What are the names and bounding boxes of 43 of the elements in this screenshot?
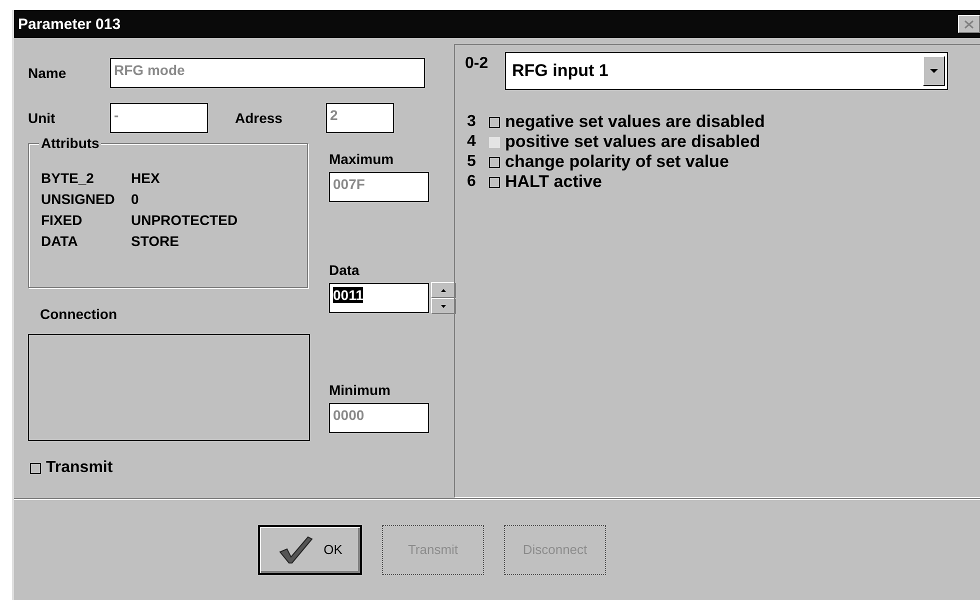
minimum-label: Minimum — [329, 382, 392, 398]
maximum-label: Maximum — [329, 151, 395, 167]
down-arrow-icon — [441, 304, 446, 308]
attribute-text: UNPROTECTED — [131, 212, 239, 228]
address-label: Adress — [235, 110, 284, 126]
caret-icon — [930, 69, 938, 73]
bit-number: 5 — [467, 153, 477, 171]
attribute-text: DATA — [41, 233, 79, 249]
flag-label: negative set values are disabled — [505, 112, 765, 132]
flag-label: positive set values are disabled — [505, 132, 760, 152]
selected-text: 0011 — [333, 287, 364, 303]
flag-checkbox[interactable] — [489, 156, 500, 168]
ok-button[interactable]: OK — [258, 524, 362, 574]
attribute-text: FIXED — [41, 212, 84, 228]
flag-label: HALT active — [505, 172, 602, 192]
attribute-text: 0 — [131, 191, 140, 207]
flag-label: change polarity of set value — [505, 152, 729, 172]
bit-number: 4 — [467, 133, 477, 151]
close-icon — [964, 20, 974, 28]
dropdown-button[interactable] — [923, 56, 945, 86]
bit-range-label: 0-2 — [465, 55, 490, 73]
window-title: Parameter 013 — [18, 16, 121, 32]
bit-number: 3 — [467, 113, 477, 131]
group-title: Attributs — [39, 135, 102, 151]
attribute-text: UNSIGNED — [41, 191, 116, 207]
transmit-label: Transmit — [46, 459, 113, 477]
bit-number: 6 — [467, 173, 477, 191]
spin-buttons[interactable] — [431, 282, 456, 314]
attribute-text: STORE — [131, 233, 180, 249]
mode-dropdown[interactable]: RFG input 1 — [505, 52, 948, 90]
up-arrow-icon — [441, 288, 446, 292]
data-field[interactable]: 0011 — [329, 283, 429, 313]
connection-label: Connection — [40, 306, 118, 322]
checkmark-icon — [278, 534, 314, 564]
flag-checkbox[interactable] — [489, 116, 500, 128]
flag-checkbox[interactable] — [489, 176, 500, 188]
attribute-text: HEX — [131, 170, 161, 186]
attribute-text: BYTE_2 — [41, 170, 95, 186]
close-button[interactable] — [958, 15, 980, 33]
data-label: Data — [329, 262, 360, 278]
name-label: Name — [28, 65, 68, 81]
transmit-checkbox[interactable] — [30, 462, 41, 474]
unit-label: Unit — [28, 110, 56, 126]
